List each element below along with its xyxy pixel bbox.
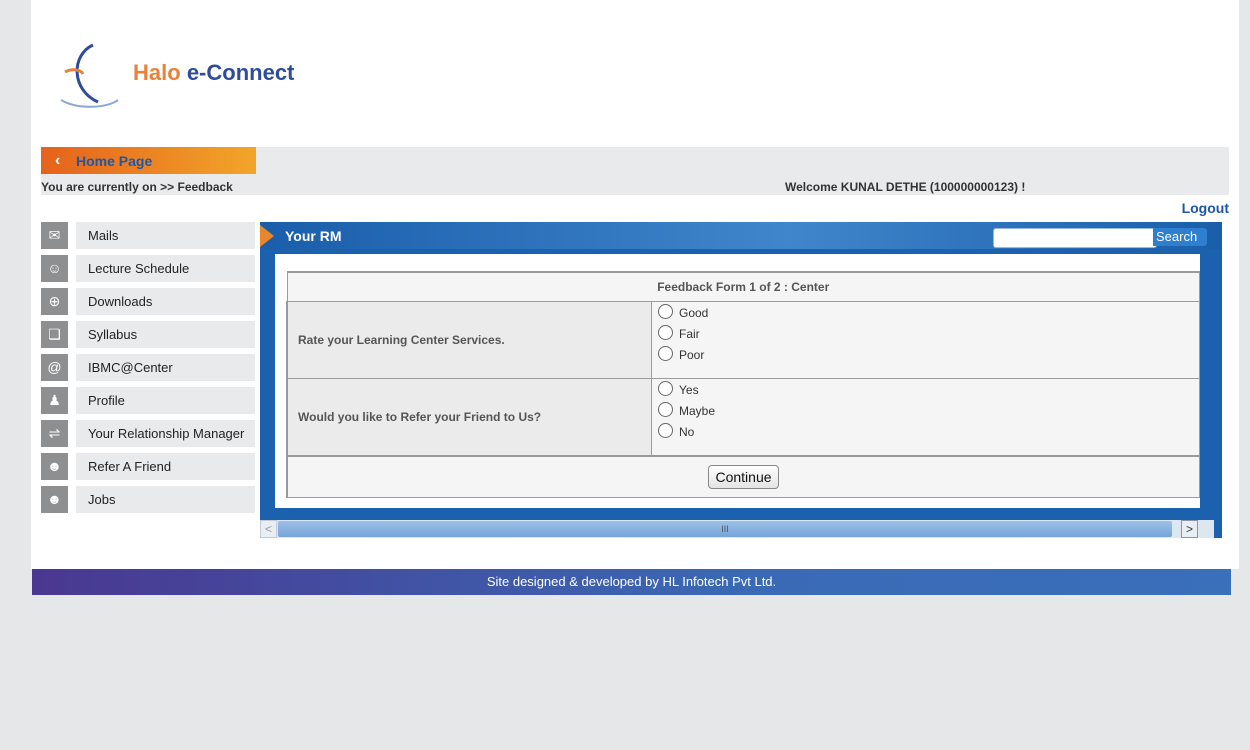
logo-text-halo: Halo <box>133 60 181 85</box>
search-button[interactable]: Search <box>1153 228 1207 246</box>
question-options: Yes Maybe No <box>651 378 1200 457</box>
question-label: Would you like to Refer your Friend to U… <box>286 378 652 457</box>
scroll-left-icon[interactable]: < <box>260 520 277 538</box>
chevron-left-icon: ‹ <box>55 152 61 169</box>
option-label: Good <box>679 306 709 320</box>
sidebar-item-label: Lecture Schedule <box>76 255 255 282</box>
handshake-icon: ⇌ <box>41 420 68 447</box>
footer: Site designed & developed by HL Infotech… <box>32 569 1231 595</box>
panel-title-bar: Your RM Search <box>260 222 1222 249</box>
people-icon: ☻ <box>41 453 68 480</box>
page-container: Halo e-Connect ‹ Home Page You are curre… <box>31 0 1239 569</box>
profile-icon: ♟ <box>41 387 68 414</box>
radio-button[interactable] <box>658 423 673 439</box>
sidebar-item-relationship-manager[interactable]: ⇌ Your Relationship Manager <box>41 420 255 447</box>
top-bar: ‹ Home Page You are currently on >> Feed… <box>41 147 1229 195</box>
sidebar-item-label: Downloads <box>76 288 255 315</box>
sidebar-item-label: Mails <box>76 222 255 249</box>
at-icon: @ <box>41 354 68 381</box>
arrow-right-icon <box>260 225 274 247</box>
breadcrumb: You are currently on >> Feedback <box>41 180 233 194</box>
sidebar-menu: ✉ Mails ☺ Lecture Schedule ⊕ Downloads ❏… <box>41 222 255 519</box>
logo-text: Halo e-Connect <box>133 60 294 86</box>
radio-button[interactable] <box>658 381 673 397</box>
option-label: Fair <box>679 327 700 341</box>
halo-logo[interactable]: Halo e-Connect <box>53 40 333 110</box>
logout-link[interactable]: Logout <box>1182 200 1229 216</box>
panel-content: Feedback Form 1 of 2 : Center Rate your … <box>275 254 1200 508</box>
scrollbar-thumb[interactable]: III <box>278 521 1172 537</box>
documents-icon: ❏ <box>41 321 68 348</box>
sidebar-item-label: Your Relationship Manager <box>76 420 255 447</box>
sidebar-item-label: Refer A Friend <box>76 453 255 480</box>
radio-button[interactable] <box>658 402 673 418</box>
form-footer: Continue <box>286 455 1200 498</box>
sidebar-item-ibmc-center[interactable]: @ IBMC@Center <box>41 354 255 381</box>
sidebar-item-label: Jobs <box>76 486 255 513</box>
sidebar-item-mails[interactable]: ✉ Mails <box>41 222 255 249</box>
radio-button[interactable] <box>658 304 673 320</box>
sidebar-item-lecture-schedule[interactable]: ☺ Lecture Schedule <box>41 255 255 282</box>
group-icon: ☺ <box>41 255 68 282</box>
sidebar-item-profile[interactable]: ♟ Profile <box>41 387 255 414</box>
sidebar-item-downloads[interactable]: ⊕ Downloads <box>41 288 255 315</box>
download-icon: ⊕ <box>41 288 68 315</box>
radio-option-poor[interactable]: Poor <box>658 346 1198 369</box>
feedback-form: Feedback Form 1 of 2 : Center Rate your … <box>286 271 1200 498</box>
home-page-button[interactable]: ‹ Home Page <box>41 147 256 174</box>
option-label: No <box>679 425 695 439</box>
scroll-right-icon[interactable]: > <box>1181 520 1198 538</box>
logo-text-econnect: e-Connect <box>186 60 295 85</box>
radio-option-no[interactable]: No <box>658 423 1198 446</box>
radio-option-maybe[interactable]: Maybe <box>658 402 1198 425</box>
sidebar-item-refer-a-friend[interactable]: ☻ Refer A Friend <box>41 453 255 480</box>
home-page-label: Home Page <box>76 153 153 169</box>
logo-swoosh-icon <box>60 43 119 108</box>
sidebar-item-label: IBMC@Center <box>76 354 255 381</box>
radio-button[interactable] <box>658 325 673 341</box>
sidebar-item-syllabus[interactable]: ❏ Syllabus <box>41 321 255 348</box>
radio-option-fair[interactable]: Fair <box>658 325 1198 348</box>
option-label: Maybe <box>679 404 716 418</box>
radio-option-good[interactable]: Good <box>658 304 1198 327</box>
panel-title: Your RM <box>285 228 342 244</box>
horizontal-scrollbar[interactable]: < III > <box>260 520 1214 538</box>
people-icon: ☻ <box>41 486 68 513</box>
radio-button[interactable] <box>658 346 673 362</box>
question-options: Good Fair Poor <box>651 301 1200 379</box>
rm-panel: Your RM Search Feedback Form 1 of 2 : Ce… <box>260 222 1222 538</box>
sidebar-item-label: Profile <box>76 387 255 414</box>
question-label: Rate your Learning Center Services. <box>286 301 652 379</box>
search-input[interactable] <box>993 228 1157 248</box>
sidebar-item-label: Syllabus <box>76 321 255 348</box>
option-label: Yes <box>679 383 699 397</box>
form-header: Feedback Form 1 of 2 : Center <box>286 271 1200 302</box>
option-label: Poor <box>679 348 705 362</box>
sidebar-item-jobs[interactable]: ☻ Jobs <box>41 486 255 513</box>
continue-button[interactable]: Continue <box>708 465 779 489</box>
mail-icon: ✉ <box>41 222 68 249</box>
welcome-text: Welcome KUNAL DETHE (100000000123) ! <box>785 180 1026 194</box>
radio-option-yes[interactable]: Yes <box>658 381 1198 404</box>
